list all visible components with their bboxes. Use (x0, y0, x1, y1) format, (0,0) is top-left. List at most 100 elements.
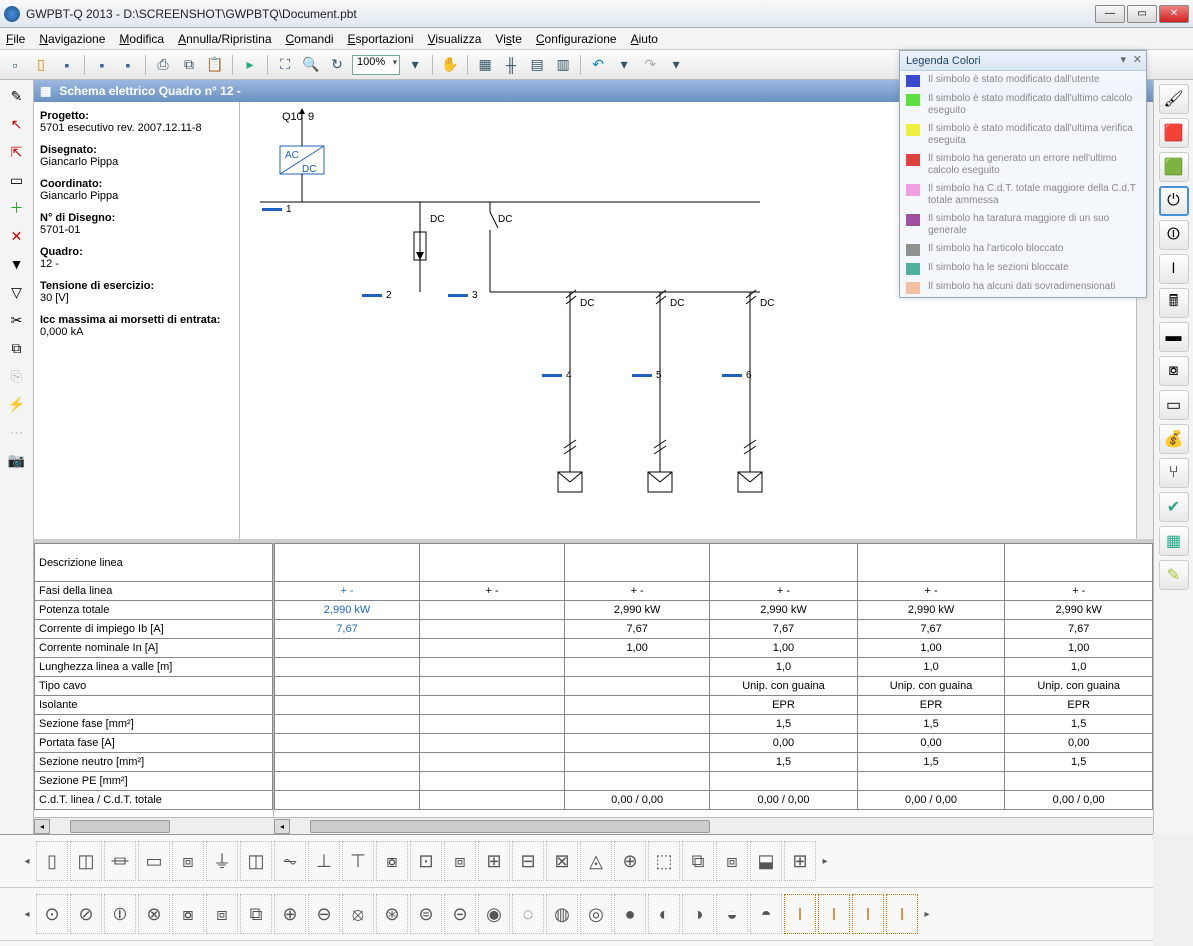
data-cell[interactable] (1005, 772, 1153, 791)
data-cell[interactable] (420, 658, 565, 677)
palette-item[interactable]: ⊕ (614, 841, 646, 881)
data-cell[interactable]: 2,990 kW (565, 601, 710, 620)
palette-item[interactable]: ◫ (70, 841, 102, 881)
palette-item[interactable]: ⊞ (784, 841, 816, 881)
data-cell[interactable] (1005, 544, 1153, 582)
data-cell[interactable] (275, 544, 420, 582)
menu-esportazioni[interactable]: Esportazioni (348, 32, 414, 46)
data-cell[interactable]: 1,5 (857, 715, 1005, 734)
tool-cash-icon[interactable]: 💰 (1159, 424, 1189, 454)
data-cell[interactable]: 1,5 (710, 715, 858, 734)
palette-item[interactable]: ⧈ (206, 894, 238, 934)
palette-item-dc[interactable]: ⏽ (852, 894, 884, 934)
data-cell[interactable] (565, 734, 710, 753)
data-cell[interactable]: 0,00 / 0,00 (857, 791, 1005, 810)
tool-check-icon[interactable]: ✔ (1159, 492, 1189, 522)
savecopy-icon[interactable]: ▪ (117, 54, 139, 76)
palette-item[interactable]: ⧇ (172, 894, 204, 934)
data-cell[interactable]: + - (710, 582, 858, 601)
data-cell[interactable] (420, 620, 565, 639)
palette-item[interactable]: ◑ (682, 894, 714, 934)
camera-icon[interactable]: 📷 (5, 448, 29, 472)
data-cell[interactable] (857, 544, 1005, 582)
add-icon[interactable]: ＋ (5, 196, 29, 220)
data-cell[interactable]: EPR (710, 696, 858, 715)
palette-item-dc[interactable]: ⏽ (886, 894, 918, 934)
palette-item[interactable]: ⊟ (512, 841, 544, 881)
grid-icon[interactable]: ▦ (474, 54, 496, 76)
data-cell[interactable]: 2,990 kW (1005, 601, 1153, 620)
palette-item[interactable]: ⊜ (410, 894, 442, 934)
data-cell[interactable]: Unip. con guaina (1005, 677, 1153, 696)
data-cell[interactable] (420, 753, 565, 772)
data-cell[interactable]: + - (275, 582, 420, 601)
data-cell[interactable]: 1,00 (565, 639, 710, 658)
palette-item[interactable]: ▭ (138, 841, 170, 881)
menu-file[interactable]: File (6, 32, 25, 46)
props-icon[interactable]: ▥ (552, 54, 574, 76)
data-cell[interactable] (565, 544, 710, 582)
select-icon[interactable]: ▭ (5, 168, 29, 192)
data-cell[interactable] (565, 658, 710, 677)
palette-item[interactable]: ⦶ (104, 894, 136, 934)
tool-trafo-icon[interactable]: ⧇ (1159, 356, 1189, 386)
data-cell[interactable]: + - (857, 582, 1005, 601)
data-cell[interactable] (710, 772, 858, 791)
palette-item[interactable]: ⊙ (36, 894, 68, 934)
legend-pin-icon[interactable]: ▾ (1120, 53, 1126, 66)
data-cell[interactable]: 7,67 (710, 620, 858, 639)
palette-item[interactable]: ⬚ (648, 841, 680, 881)
palette-item[interactable]: ⏛ (104, 841, 136, 881)
data-cell[interactable] (275, 677, 420, 696)
data-cell[interactable] (420, 601, 565, 620)
data-cell[interactable]: 7,67 (275, 620, 420, 639)
data-cell[interactable] (420, 677, 565, 696)
data-cell[interactable]: 7,67 (857, 620, 1005, 639)
data-cell[interactable] (565, 753, 710, 772)
tool-pencil-icon[interactable]: ✎ (1159, 560, 1189, 590)
redo-drop-icon[interactable]: ▾ (665, 54, 687, 76)
table-data[interactable]: + -+ -+ -+ -+ -+ -2,990 kW2,990 kW2,990 … (274, 543, 1153, 810)
data-cell[interactable] (420, 715, 565, 734)
legend-header[interactable]: Legenda Colori ▾ ✕ (900, 51, 1146, 71)
export-icon[interactable]: ▸ (239, 54, 261, 76)
data-cell[interactable]: 1,00 (857, 639, 1005, 658)
plug-icon[interactable]: ⚡ (5, 392, 29, 416)
menu-visualizza[interactable]: Visualizza (428, 32, 482, 46)
paste-icon[interactable]: 📋 (204, 54, 226, 76)
data-cell[interactable]: 1,0 (710, 658, 858, 677)
open-icon[interactable]: ▯ (30, 54, 52, 76)
data-cell[interactable] (565, 696, 710, 715)
palette-item[interactable]: ⬓ (750, 841, 782, 881)
copy-icon[interactable]: ⧉ (178, 54, 200, 76)
close-button[interactable]: ✕ (1159, 5, 1189, 23)
data-cell[interactable] (420, 639, 565, 658)
zoom-combo[interactable]: 100% (352, 55, 400, 75)
palette-item[interactable]: ⊡ (410, 841, 442, 881)
data-cell[interactable] (710, 544, 858, 582)
menu-modifica[interactable]: Modifica (119, 32, 164, 46)
palette-item[interactable]: ⊖ (308, 894, 340, 934)
legend-close-icon[interactable]: ✕ (1133, 53, 1142, 66)
edit-icon[interactable]: ✎ (5, 84, 29, 108)
layers-icon[interactable]: ▤ (526, 54, 548, 76)
tool-brush-icon[interactable]: 🖌 (1159, 84, 1189, 114)
move-icon[interactable]: ⇱ (5, 140, 29, 164)
hand-icon[interactable]: ✋ (439, 54, 461, 76)
copy2-icon[interactable]: ⧉ (5, 336, 29, 360)
paste2-icon[interactable]: ⎘ (5, 364, 29, 388)
data-cell[interactable]: 1,0 (1005, 658, 1153, 677)
palette-item[interactable]: ⊥ (308, 841, 340, 881)
data-cell[interactable]: 2,990 kW (857, 601, 1005, 620)
palette-item[interactable]: ⧉ (682, 841, 714, 881)
data-cell[interactable]: 2,990 kW (275, 601, 420, 620)
tool-breaker-icon[interactable]: ⏻ (1159, 186, 1189, 216)
data-cell[interactable]: 1,00 (710, 639, 858, 658)
data-cell[interactable]: 1,00 (1005, 639, 1153, 658)
misc-icon[interactable]: ⋯ (5, 420, 29, 444)
data-cell[interactable] (420, 544, 565, 582)
zoomfit-icon[interactable]: ⛶ (274, 54, 296, 76)
menu-aiuto[interactable]: Aiuto (631, 32, 658, 46)
data-cell[interactable]: Unip. con guaina (710, 677, 858, 696)
palette-item[interactable]: ⊕ (274, 894, 306, 934)
